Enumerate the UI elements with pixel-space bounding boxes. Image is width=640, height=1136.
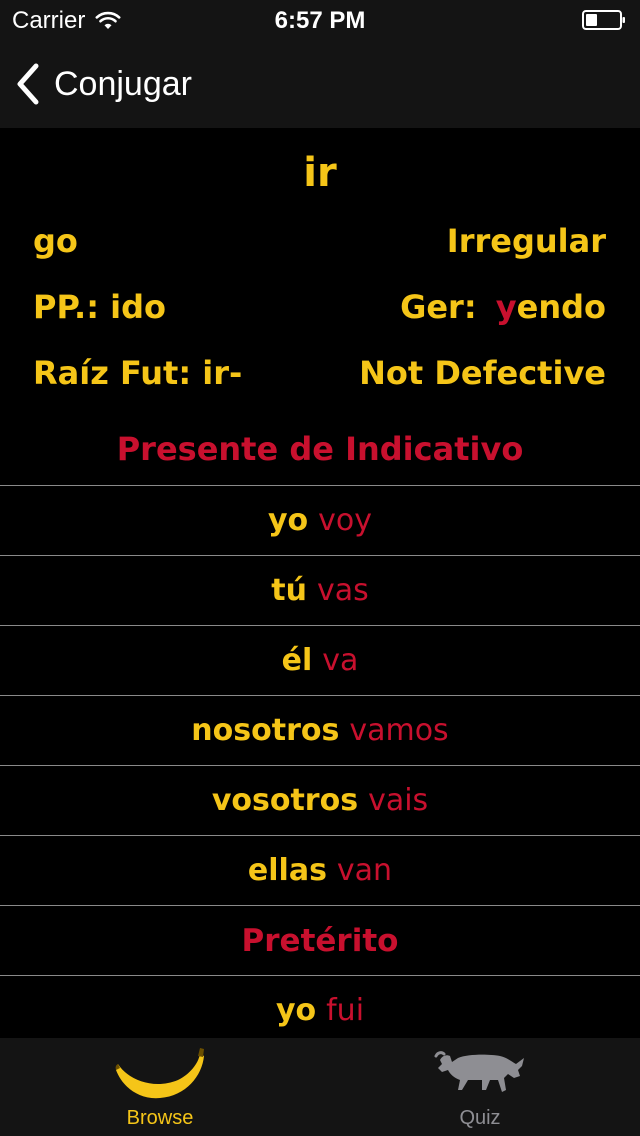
tab-browse[interactable]: Browse (0, 1038, 320, 1136)
pronoun: yo (275, 993, 317, 1028)
verb-form: voy (318, 503, 373, 538)
info-row-participles: PP.: ido Ger: yendo (33, 288, 606, 326)
gerund: Ger: yendo (400, 288, 606, 326)
pronoun: ellas (247, 853, 327, 888)
conjugation-row[interactable]: él va (0, 625, 640, 695)
tab-browse-label: Browse (126, 1107, 194, 1129)
conjugation-content[interactable]: ir go Irregular PP.: ido Ger: yendo Raíz… (0, 128, 640, 1038)
gerund-rest: endo (516, 288, 606, 326)
section-title-presente: Presente de Indicativo (116, 430, 524, 468)
battery-icon (582, 10, 625, 30)
past-participle-label: PP.: (33, 288, 99, 326)
verb-infinitive: ir (303, 150, 337, 196)
gerund-label: Ger: (400, 288, 477, 326)
conjugation-row[interactable]: yo fui (0, 975, 640, 1038)
pronoun: yo (267, 503, 309, 538)
conjugation-row[interactable]: yo voy (0, 485, 640, 555)
banana-icon (115, 1048, 204, 1099)
pronoun: nosotros (191, 713, 340, 748)
conjugation-row[interactable]: nosotros vamos (0, 695, 640, 765)
verb-type: Irregular (446, 222, 606, 260)
pronoun: tú (271, 573, 307, 608)
tab-quiz[interactable]: Quiz (320, 1038, 640, 1136)
section-title-preterito: Pretérito (0, 905, 640, 975)
app-screen: Carrier 6:57 PM Conjugar ir go Irregular… (0, 0, 640, 1136)
info-row-future-root: Raíz Fut: ir- Not Defective (33, 354, 606, 392)
conjugation-row[interactable]: ellas van (0, 835, 640, 905)
verb-form: vamos (349, 713, 449, 748)
pronoun: vosotros (211, 783, 359, 818)
info-row-translation: go Irregular (33, 222, 606, 260)
tab-bar: Browse Quiz (0, 1038, 640, 1136)
verb-form: vais (368, 783, 429, 818)
defective-status: Not Defective (359, 354, 606, 392)
verb-translation: go (33, 222, 78, 260)
status-time: 6:57 PM (274, 7, 366, 34)
tab-quiz-label: Quiz (459, 1107, 501, 1129)
past-participle: PP.: ido (33, 288, 166, 326)
pronoun: él (281, 643, 313, 678)
chevron-left-icon (17, 63, 39, 105)
verb-form: fui (326, 993, 365, 1028)
conjugation-row[interactable]: tú vas (0, 555, 640, 625)
back-button[interactable]: Conjugar (14, 60, 192, 108)
navigation-bar: Conjugar (0, 40, 640, 128)
conjugation-row[interactable]: vosotros vais (0, 765, 640, 835)
back-button-label: Conjugar (54, 64, 192, 103)
gerund-irregular-part: y (495, 288, 517, 326)
future-root: Raíz Fut: ir- (33, 354, 243, 392)
verb-form: vas (316, 573, 369, 608)
status-bar: Carrier 6:57 PM (0, 0, 640, 40)
verb-form: van (336, 853, 393, 888)
verb-form: va (322, 643, 359, 678)
bull-icon (434, 1051, 524, 1092)
past-participle-value: ido (110, 288, 166, 326)
